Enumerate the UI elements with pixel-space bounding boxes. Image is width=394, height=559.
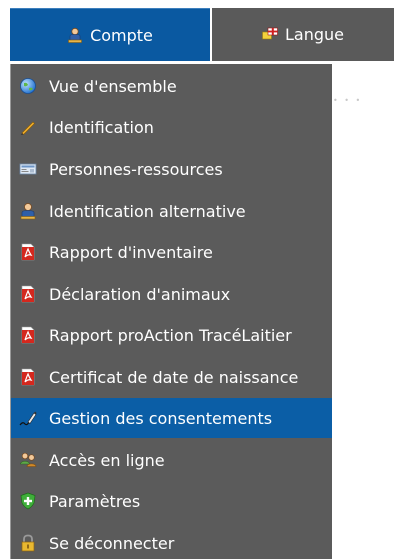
globe-icon xyxy=(19,77,37,95)
decorative-dots: • • • xyxy=(333,96,363,105)
menu-item-label: Vue d'ensemble xyxy=(49,76,177,96)
user-icon xyxy=(19,202,37,220)
menu-item-label: Identification xyxy=(49,117,154,137)
menu-item-label: Déclaration d'animaux xyxy=(49,284,231,304)
tab-compte-label: Compte xyxy=(90,25,153,45)
tab-compte[interactable]: Compte xyxy=(10,8,210,61)
pdf-icon xyxy=(19,326,37,344)
menu-item-label: Personnes-ressources xyxy=(49,159,223,179)
user-icon xyxy=(67,27,83,43)
menu-item-label: Certificat de date de naissance xyxy=(49,367,299,387)
menu-item-rapport-inventaire[interactable]: Rapport d'inventaire xyxy=(11,232,332,272)
shield-plus-icon xyxy=(19,492,37,510)
menu-item-label: Identification alternative xyxy=(49,201,246,221)
menu-item-certificat-naissance[interactable]: Certificat de date de naissance xyxy=(11,357,332,397)
padlock-icon xyxy=(19,534,37,552)
menu-item-label: Accès en ligne xyxy=(49,450,165,470)
pdf-icon xyxy=(19,368,37,386)
menu-item-identification-alternative[interactable]: Identification alternative xyxy=(11,191,332,231)
address-card-icon xyxy=(19,160,37,178)
account-menu-page: Compte Langue • • • Vue d'ensemble Ident… xyxy=(0,0,394,559)
account-dropdown-menu: Vue d'ensemble Identification Personnes-… xyxy=(10,64,332,559)
menu-item-vue-ensemble[interactable]: Vue d'ensemble xyxy=(11,66,332,106)
menu-item-identification[interactable]: Identification xyxy=(11,107,332,147)
menu-item-gestion-consentements[interactable]: Gestion des consentements xyxy=(11,398,332,438)
menu-item-acces-en-ligne[interactable]: Accès en ligne xyxy=(11,440,332,480)
flag-icon xyxy=(262,27,278,43)
menu-item-personnes-ressources[interactable]: Personnes-ressources xyxy=(11,149,332,189)
menu-item-label: Rapport proAction TracéLaitier xyxy=(49,325,292,345)
users-icon xyxy=(19,451,37,469)
pdf-icon xyxy=(19,285,37,303)
menu-item-parametres[interactable]: Paramètres xyxy=(11,481,332,521)
menu-item-label: Gestion des consentements xyxy=(49,408,273,428)
menu-item-se-deconnecter[interactable]: Se déconnecter xyxy=(11,523,332,559)
menu-item-rapport-proaction[interactable]: Rapport proAction TracéLaitier xyxy=(11,315,332,355)
pdf-icon xyxy=(19,243,37,261)
signature-pen-icon xyxy=(19,409,37,427)
menu-item-label: Paramètres xyxy=(49,491,141,511)
menu-item-declaration-animaux[interactable]: Déclaration d'animaux xyxy=(11,274,332,314)
tab-langue-label: Langue xyxy=(285,25,344,44)
menu-item-label: Se déconnecter xyxy=(49,533,175,553)
menu-item-label: Rapport d'inventaire xyxy=(49,242,213,262)
pencil-icon xyxy=(19,118,37,136)
tab-langue[interactable]: Langue xyxy=(212,8,394,61)
